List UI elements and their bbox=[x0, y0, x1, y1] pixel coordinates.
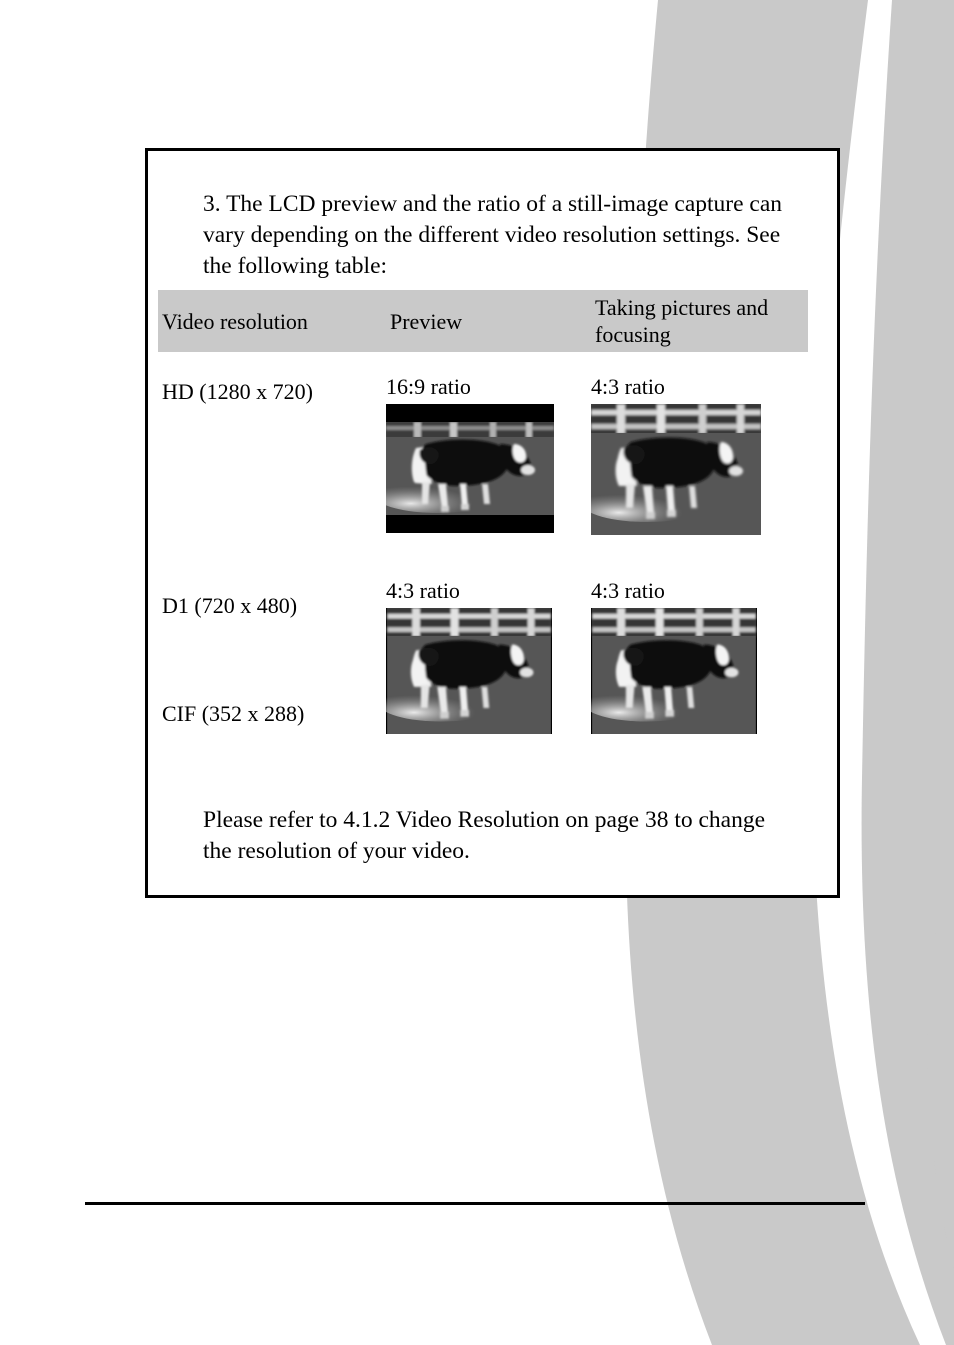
instruction-box: 3. The LCD preview and the ratio of a st… bbox=[145, 148, 840, 898]
cell-preview: 4:3 ratio bbox=[386, 578, 591, 734]
cell-resolution: HD (1280 x 720) bbox=[158, 374, 386, 554]
cell-taking-pictures: 4:3 ratio bbox=[591, 374, 808, 554]
cow-photo-full-thumbnail bbox=[591, 608, 757, 734]
closing-paragraph: Please refer to 4.1.2 Video Resolution o… bbox=[203, 806, 766, 864]
column-header-preview: Preview bbox=[390, 308, 463, 334]
resolution-label-d1: D1 (720 x 480) bbox=[162, 593, 298, 618]
resolution-label-hd: HD (1280 x 720) bbox=[162, 379, 313, 404]
intro-paragraph: 3. The LCD preview and the ratio of a st… bbox=[203, 190, 783, 279]
footer-rule bbox=[85, 1202, 865, 1205]
ratio-label-taking-hd: 4:3 ratio bbox=[591, 374, 665, 399]
table-row: HD (1280 x 720) 16:9 ratio 4:3 ratio bbox=[158, 374, 808, 554]
cow-photo-letterboxed-thumbnail bbox=[386, 404, 554, 533]
ratio-label-preview-d1: 4:3 ratio bbox=[386, 578, 460, 603]
cell-resolution: D1 (720 x 480) CIF (352 x 288) bbox=[158, 578, 386, 726]
ratio-label-taking-d1: 4:3 ratio bbox=[591, 578, 665, 603]
cell-taking-pictures: 4:3 ratio bbox=[591, 578, 808, 734]
cow-photo-full-thumbnail bbox=[591, 404, 761, 535]
table-row: D1 (720 x 480) CIF (352 x 288) 4:3 ratio bbox=[158, 578, 808, 734]
table-header-row: Video resolution Preview Taking pictures… bbox=[158, 290, 808, 352]
swoosh-band-sliver-two bbox=[927, 918, 954, 1270]
resolution-label-cif: CIF (352 x 288) bbox=[162, 701, 305, 726]
column-header-resolution: Video resolution bbox=[162, 308, 308, 334]
cell-preview: 16:9 ratio bbox=[386, 374, 591, 554]
document-page: 3. The LCD preview and the ratio of a st… bbox=[0, 0, 954, 1345]
video-resolution-table: Video resolution Preview Taking pictures… bbox=[158, 290, 808, 734]
column-header-taking-pictures: Taking pictures and focusing bbox=[595, 295, 769, 347]
ratio-label-preview-hd: 16:9 ratio bbox=[386, 374, 471, 399]
cow-photo-full-thumbnail bbox=[386, 608, 552, 734]
swoosh-band-sliver-one bbox=[861, 0, 954, 1345]
